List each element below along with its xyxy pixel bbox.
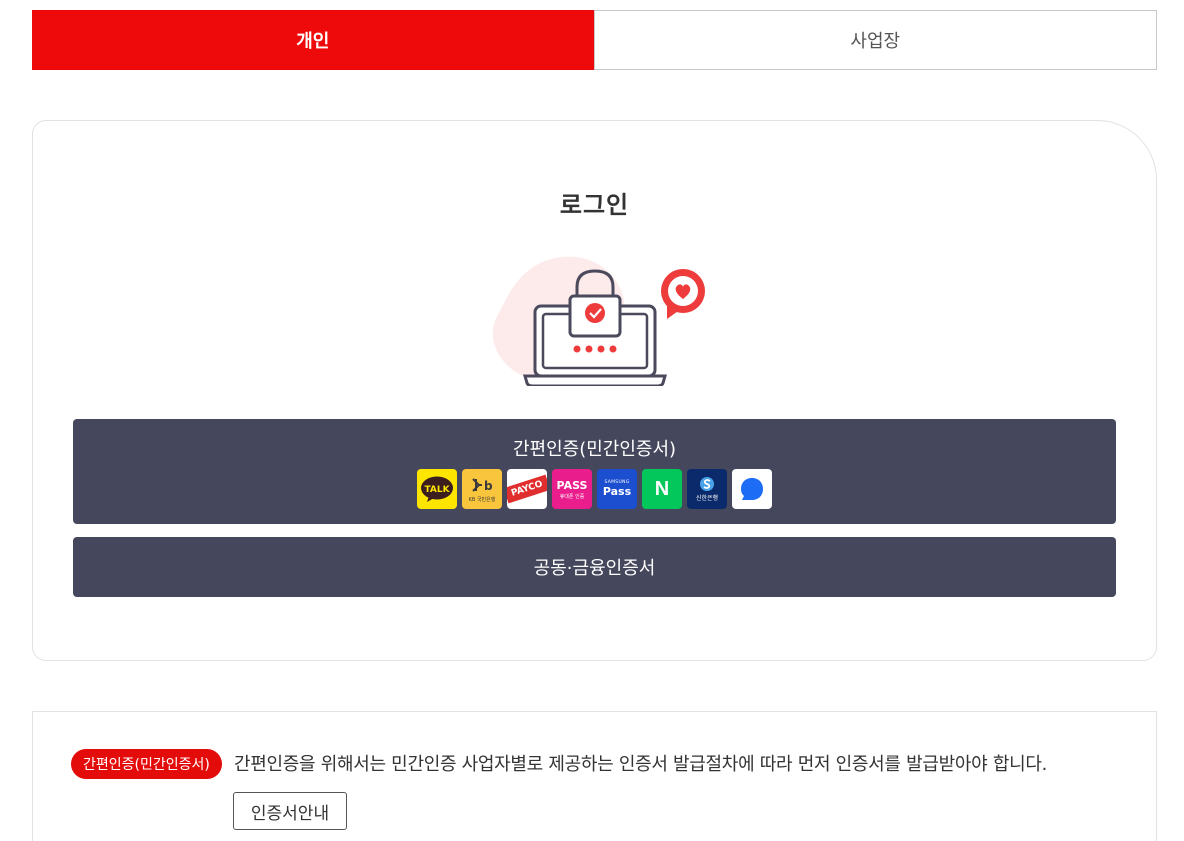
shinhan-icon: 신한은행 [687,469,727,509]
info-box: 간편인증(민간인증서) 간편인증을 위해서는 민간인증 사업자별로 제공하는 인… [32,711,1157,841]
login-card: 로그인 간편인증(민간인증서) TALK b KB 국민은행 PAYCO PAS… [32,120,1157,661]
laptop-lock-illustration [492,256,705,386]
joint-cert-button[interactable]: 공동·금융인증서 [73,537,1116,597]
payco-text: PAYCO [510,479,544,499]
user-type-tabs: 개인 사업장 [32,10,1157,70]
easy-auth-label: 간편인증(민간인증서) [512,439,677,460]
easy-auth-button[interactable]: 간편인증(민간인증서) TALK b KB 국민은행 PAYCO PASS 휴대… [73,419,1116,524]
samsung-pass-icon: SAMSUNG Pass [597,469,637,509]
easy-auth-badge: 간편인증(민간인증서) [71,749,222,779]
provider-icons: TALK b KB 국민은행 PAYCO PASS 휴대폰 인증 SAMSUNG… [73,469,1116,509]
tab-personal[interactable]: 개인 [32,10,594,70]
svg-text:b: b [484,479,493,493]
toss-icon [732,469,772,509]
kb-icon: b KB 국민은행 [462,469,502,509]
info-text: 간편인증을 위해서는 민간인증 사업자별로 제공하는 인증서 발급절차에 따라 … [234,754,1048,775]
naver-text: N [654,477,670,500]
kakao-text: TALK [424,485,450,495]
kb-text: KB 국민은행 [468,497,496,503]
pass-icon: PASS 휴대폰 인증 [552,469,592,509]
payco-icon: PAYCO [507,469,547,509]
tab-business[interactable]: 사업장 [593,10,1157,70]
pass-subtext: 휴대폰 인증 [559,493,585,500]
naver-icon: N [642,469,682,509]
kakao-icon: TALK [417,469,457,509]
login-title: 로그인 [559,191,630,219]
pass-text: PASS [556,478,588,492]
cert-guide-button[interactable]: 인증서안내 [233,792,347,830]
shinhan-text: 신한은행 [695,495,719,502]
samsung-pass-text: Pass [602,485,632,498]
